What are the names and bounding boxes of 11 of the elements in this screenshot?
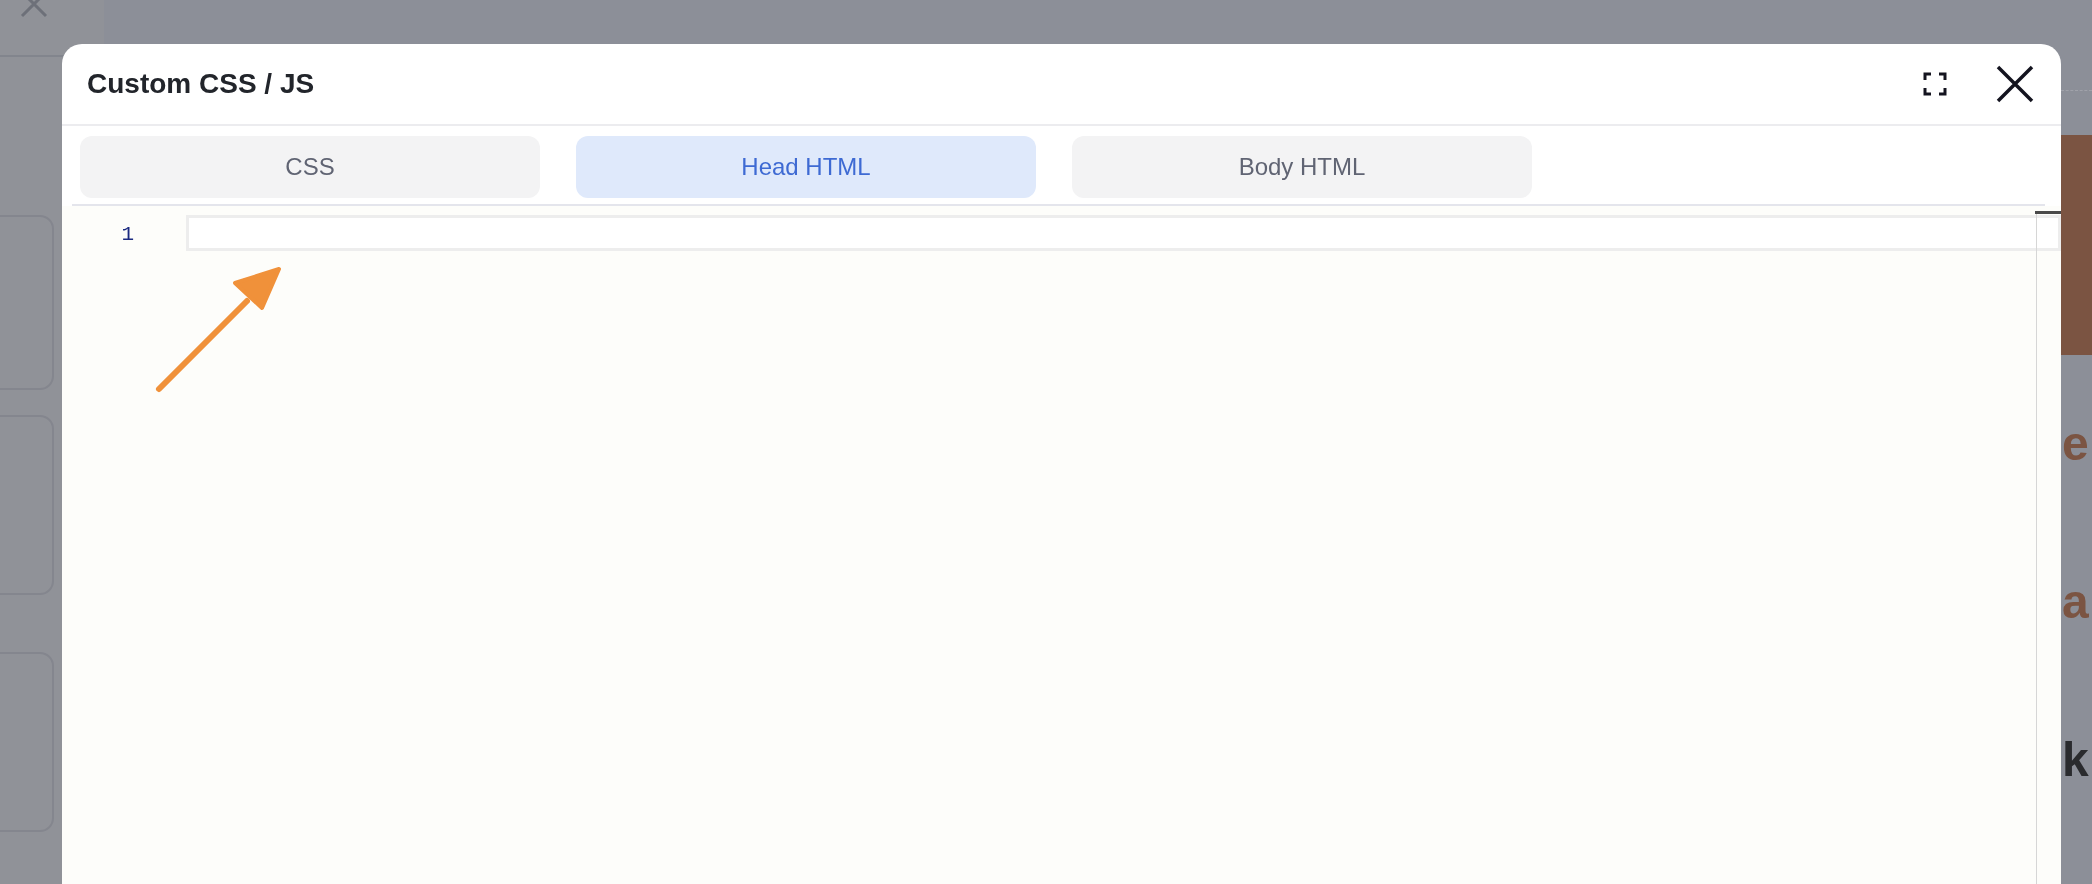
tab[interactable]: Head HTML — [576, 136, 1036, 198]
code-editor[interactable]: 1 — [62, 206, 2061, 884]
close-icon — [1995, 64, 2035, 104]
dialog-title: Custom CSS / JS — [87, 67, 315, 101]
tab[interactable]: CSS — [80, 136, 540, 198]
tab[interactable]: Body HTML — [1072, 136, 1532, 198]
line-number: 1 — [120, 222, 135, 248]
heading-text: e — [2062, 420, 2090, 468]
expand-icon — [1923, 72, 1947, 96]
heading-text: a — [2062, 578, 2090, 626]
heading-text: k — [2062, 736, 2090, 784]
